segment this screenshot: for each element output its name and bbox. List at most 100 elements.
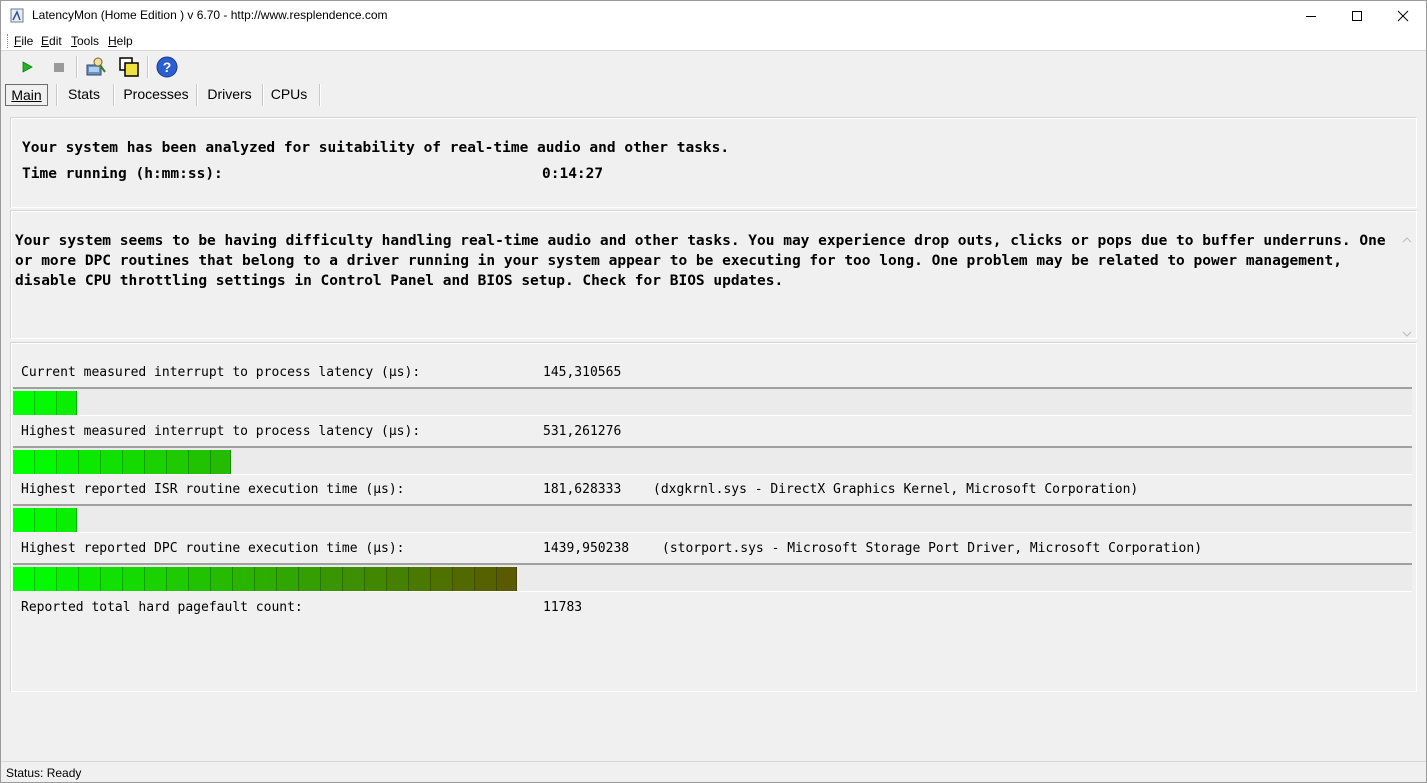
bar-segment [79,567,101,591]
app-icon [10,8,24,23]
driver-update-button[interactable] [84,55,108,79]
bar-segment [211,567,233,591]
summary-panel: Your system has been analyzed for suitab… [10,117,1417,208]
toolbar-separator [76,56,78,78]
windows-button[interactable] [117,55,141,79]
current-latency-bar-fill [13,391,77,415]
menu-grip [7,34,9,48]
dpc-time-bar-fill [13,567,517,591]
stop-icon [54,63,64,72]
bar-segment [145,567,167,591]
bar-segment [277,567,299,591]
bar-segment [57,391,77,415]
bar-segment [233,567,255,591]
start-icon [22,61,33,73]
bar-segment [189,567,211,591]
stop-button[interactable] [47,55,71,79]
tab-separator [196,84,198,106]
toolbar-separator [147,56,149,78]
menu-edit[interactable]: Edit [41,34,62,48]
bar-segment [79,450,101,474]
metrics-panel: Current measured interrupt to process la… [10,342,1417,692]
bar-segment [57,450,79,474]
bar-segment [101,450,123,474]
bar-segment [453,567,475,591]
help-icon: ? [156,56,178,78]
tab-cpus[interactable]: CPUs [267,84,311,104]
start-button[interactable] [15,55,39,79]
bar-segment [57,567,79,591]
driver-update-icon [86,57,106,76]
title-bar[interactable]: LatencyMon (Home Edition ) v 6.70 - http… [1,1,1426,31]
bar-segment [167,450,189,474]
bar-segment [387,567,409,591]
tab-bar: Main Stats Processes Drivers CPUs [1,82,1426,107]
bar-segment [13,567,35,591]
summary-headline: Your system has been analyzed for suitab… [22,140,730,156]
minimize-icon [1306,16,1316,17]
highest-latency-bar-fill [13,450,231,474]
bar-segment [365,567,387,591]
analysis-message: Your system seems to be having difficult… [15,233,1386,289]
bar-segment [299,567,321,591]
dpc-driver-info: (storport.sys - Microsoft Storage Port D… [662,541,1203,556]
bar-segment [13,391,35,415]
dpc-time-bar [13,563,1412,592]
bar-segment [145,450,167,474]
pagefault-value: 11783 [543,600,583,615]
highest-latency-value: 531,261276 [543,424,622,439]
isr-time-bar [13,504,1412,533]
bar-segment [123,567,145,591]
maximize-button[interactable] [1334,1,1380,31]
status-text: Status: Ready [6,766,82,780]
toolbar: ? [1,52,1426,82]
time-running-value: 0:14:27 [542,166,604,182]
isr-time-value: 181,628333 [543,482,622,497]
app-window: LatencyMon (Home Edition ) v 6.70 - http… [0,0,1427,783]
dpc-time-label: Highest reported DPC routine execution t… [21,541,405,556]
minimize-button[interactable] [1288,1,1334,31]
bar-segment [321,567,343,591]
close-button[interactable] [1380,1,1426,31]
tab-drivers[interactable]: Drivers [201,84,258,104]
tab-separator [319,84,321,106]
isr-driver-info: (dxgkrnl.sys - DirectX Graphics Kernel, … [653,482,1139,497]
tab-separator [113,84,115,106]
tab-processes[interactable]: Processes [119,84,193,104]
menu-tools[interactable]: Tools [71,34,99,48]
bar-segment [123,450,145,474]
tab-separator [56,84,58,106]
bar-segment [431,567,453,591]
bar-segment [255,567,277,591]
windows-icon [119,57,139,77]
bar-segment [35,391,57,415]
bar-segment [189,450,211,474]
current-latency-label: Current measured interrupt to process la… [21,365,421,380]
bar-segment [475,567,497,591]
bar-segment [13,508,35,532]
status-bar: Status: Ready [1,761,1426,782]
bar-segment [13,450,35,474]
pagefault-label: Reported total hard pagefault count: [21,600,303,615]
close-icon [1397,10,1409,22]
scroll-down-icon[interactable] [1402,327,1412,337]
tab-stats[interactable]: Stats [61,84,107,104]
scroll-up-icon[interactable] [1402,233,1412,243]
bar-segment [409,567,431,591]
bar-segment [35,508,57,532]
dpc-time-value: 1439,950238 [543,541,630,556]
tab-main[interactable]: Main [5,84,48,106]
current-latency-value: 145,310565 [543,365,622,380]
bar-segment [167,567,189,591]
bar-segment [343,567,365,591]
isr-time-bar-fill [13,508,77,532]
menu-help[interactable]: Help [108,34,133,48]
help-button[interactable]: ? [155,55,179,79]
maximize-icon [1352,11,1362,21]
window-title: LatencyMon (Home Edition ) v 6.70 - http… [32,8,388,22]
bar-segment [35,567,57,591]
isr-time-label: Highest reported ISR routine execution t… [21,482,405,497]
highest-latency-bar [13,446,1412,475]
svg-text:?: ? [163,59,172,75]
menu-file[interactable]: File [14,34,33,48]
